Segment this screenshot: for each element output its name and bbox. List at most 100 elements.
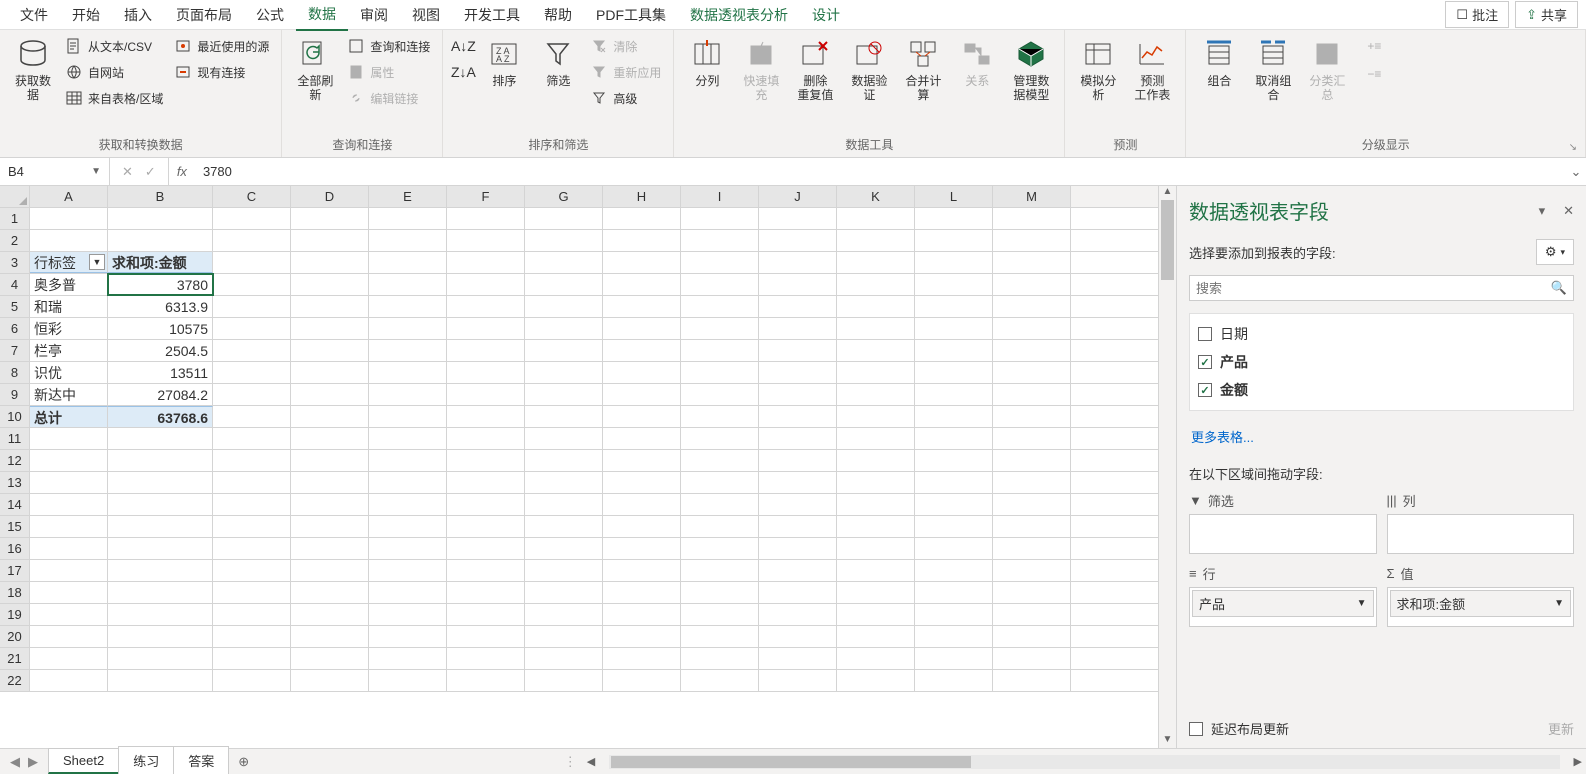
cell[interactable] (447, 230, 525, 251)
scroll-down-icon[interactable]: ▼ (1159, 734, 1176, 748)
cell[interactable] (915, 406, 993, 427)
cell[interactable] (30, 604, 108, 625)
hscroll-thumb[interactable] (611, 756, 971, 768)
cell[interactable] (30, 516, 108, 537)
cell[interactable] (915, 318, 993, 339)
cell[interactable] (603, 472, 681, 493)
cell[interactable] (915, 428, 993, 449)
cell[interactable] (369, 406, 447, 427)
cell[interactable] (603, 626, 681, 647)
cell[interactable] (447, 362, 525, 383)
cell[interactable] (291, 450, 369, 471)
cell[interactable] (993, 428, 1071, 449)
tab-data[interactable]: 数据 (296, 0, 348, 31)
row-header-8[interactable]: 8 (0, 362, 30, 383)
cell[interactable] (915, 604, 993, 625)
data-model-button[interactable]: 管理数 据模型 (1006, 34, 1056, 107)
cell[interactable] (993, 450, 1071, 471)
col-header-M[interactable]: M (993, 186, 1071, 207)
horizontal-scrollbar[interactable] (609, 755, 1559, 769)
cell[interactable] (291, 318, 369, 339)
field-item-amount[interactable]: 金额 (1196, 376, 1567, 404)
cell[interactable] (915, 208, 993, 229)
cell[interactable] (759, 450, 837, 471)
pivot-total-label[interactable]: 总计 (30, 406, 108, 427)
cell[interactable] (759, 340, 837, 361)
fx-icon[interactable]: fx (169, 164, 195, 179)
pivot-value-cell[interactable]: 3780 (108, 274, 213, 295)
cell[interactable] (525, 230, 603, 251)
col-header-F[interactable]: F (447, 186, 525, 207)
cell[interactable] (369, 538, 447, 559)
cell[interactable] (108, 560, 213, 581)
cell[interactable] (993, 582, 1071, 603)
hscroll-right-icon[interactable]: ▶ (1574, 755, 1582, 768)
cell[interactable] (291, 560, 369, 581)
cell[interactable] (681, 428, 759, 449)
cell[interactable] (993, 604, 1071, 625)
forecast-sheet-button[interactable]: 预测 工作表 (1127, 34, 1177, 107)
cell[interactable] (369, 318, 447, 339)
cell[interactable] (291, 494, 369, 515)
cell[interactable] (603, 450, 681, 471)
cell[interactable] (108, 230, 213, 251)
cell[interactable] (525, 626, 603, 647)
cell[interactable] (525, 560, 603, 581)
cell[interactable] (915, 384, 993, 405)
cell[interactable] (213, 296, 291, 317)
get-data-button[interactable]: 获取数 据 (8, 34, 58, 107)
group-button[interactable]: 组合 (1194, 34, 1244, 92)
cell[interactable] (291, 384, 369, 405)
cell[interactable] (30, 626, 108, 647)
cell[interactable] (759, 362, 837, 383)
cell[interactable] (603, 406, 681, 427)
cell[interactable] (603, 648, 681, 669)
cell[interactable] (993, 208, 1071, 229)
cell[interactable] (369, 296, 447, 317)
cell[interactable] (213, 384, 291, 405)
row-header-2[interactable]: 2 (0, 230, 30, 251)
cell[interactable] (759, 384, 837, 405)
cell[interactable] (681, 472, 759, 493)
cell[interactable] (993, 318, 1071, 339)
cell[interactable] (681, 274, 759, 295)
defer-update-checkbox[interactable]: 延迟布局更新 (1189, 719, 1289, 738)
cell[interactable] (291, 538, 369, 559)
cell[interactable] (108, 450, 213, 471)
pivot-row-label[interactable]: 恒彩 (30, 318, 108, 339)
filter-button[interactable]: 筛选 (533, 34, 583, 92)
cell[interactable] (369, 582, 447, 603)
tab-pdf[interactable]: PDF工具集 (584, 0, 678, 30)
cell[interactable] (213, 582, 291, 603)
tab-page-layout[interactable]: 页面布局 (164, 0, 244, 30)
cell[interactable] (603, 296, 681, 317)
pivot-value-cell[interactable]: 10575 (108, 318, 213, 339)
cell[interactable] (993, 384, 1071, 405)
cell[interactable] (759, 538, 837, 559)
name-box[interactable]: B4 ▼ (0, 158, 110, 185)
col-header-L[interactable]: L (915, 186, 993, 207)
cell[interactable] (291, 252, 369, 273)
cell[interactable] (291, 340, 369, 361)
cell[interactable] (993, 648, 1071, 669)
cell[interactable] (759, 252, 837, 273)
cell[interactable] (681, 626, 759, 647)
comments-button[interactable]: ☐ 批注 (1445, 1, 1509, 28)
cell[interactable] (681, 230, 759, 251)
cell[interactable] (447, 560, 525, 581)
vertical-scrollbar[interactable]: ▲ ▼ (1158, 186, 1176, 748)
sort-asc-button[interactable]: A↓Z (451, 34, 475, 58)
cell[interactable] (525, 538, 603, 559)
sort-button[interactable]: Z AA Z 排序 (479, 34, 529, 92)
cell[interactable] (603, 560, 681, 581)
cell[interactable] (837, 538, 915, 559)
cell[interactable] (837, 450, 915, 471)
cell[interactable] (30, 538, 108, 559)
cell[interactable] (213, 538, 291, 559)
cell[interactable] (369, 560, 447, 581)
cell[interactable] (291, 472, 369, 493)
cell[interactable] (369, 494, 447, 515)
row-header-22[interactable]: 22 (0, 670, 30, 691)
cell[interactable] (915, 538, 993, 559)
cell[interactable] (759, 494, 837, 515)
